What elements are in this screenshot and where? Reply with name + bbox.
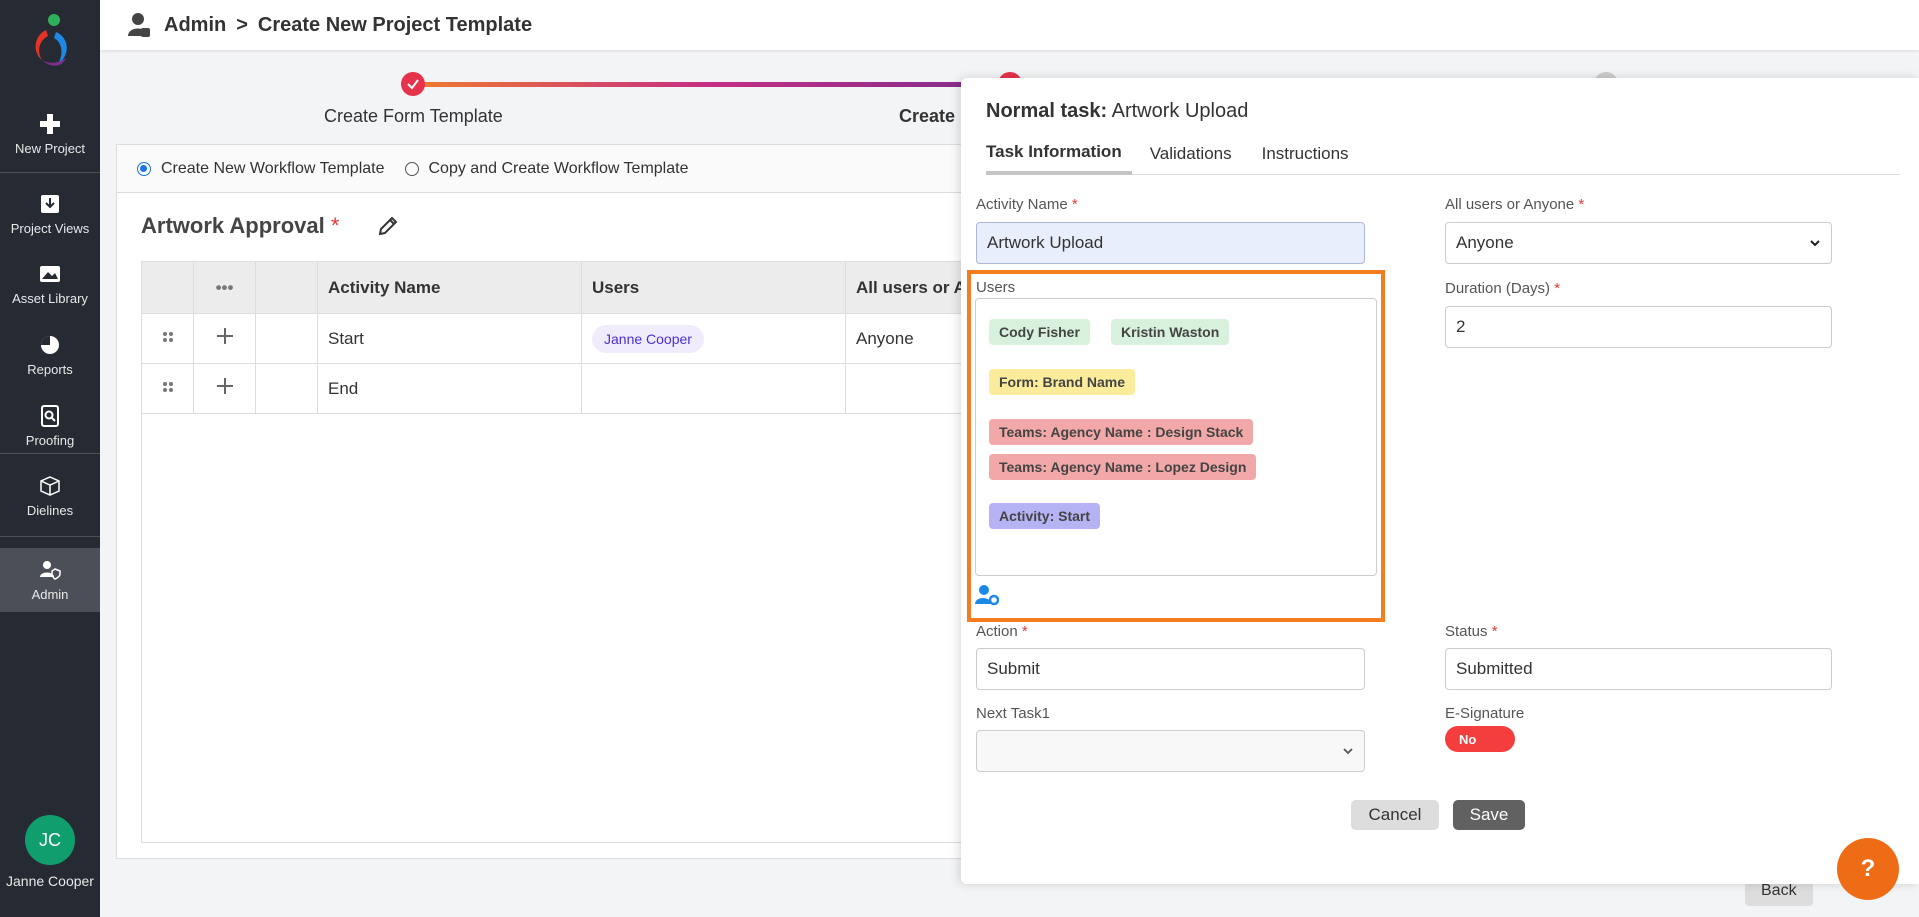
radio-label: Copy and Create Workflow Template <box>428 159 689 177</box>
sidebar-item-label: Dielines <box>26 502 74 518</box>
breadcrumb-separator: > <box>236 13 248 36</box>
cancel-button[interactable]: Cancel <box>1351 800 1439 830</box>
next-task-select[interactable] <box>976 730 1365 772</box>
users-field[interactable]: Cody Fisher Kristin Waston Form: Brand N… <box>975 298 1377 576</box>
action-label: Action * <box>976 623 1028 640</box>
required-mark: * <box>330 213 340 238</box>
workflow-title-text: Artwork Approval <box>141 213 325 238</box>
sidebar-item-reports[interactable]: Reports <box>0 321 100 389</box>
sidebar-item-asset-library[interactable]: Asset Library <box>0 250 100 318</box>
radio-unselected-icon <box>404 161 419 176</box>
duration-label: Duration (Days) * <box>1445 280 1561 297</box>
panel-title: Normal task: Artwork Upload <box>986 100 1248 123</box>
user-settings-icon[interactable] <box>975 584 999 606</box>
table-cell-activity[interactable]: Start <box>317 313 582 364</box>
column-header-blank <box>255 261 318 314</box>
esignature-toggle[interactable]: No <box>1445 726 1515 752</box>
column-header-drag <box>141 261 194 314</box>
sidebar-item-label: Asset Library <box>12 290 88 306</box>
sidebar-item-new-project[interactable]: New Project <box>0 100 100 168</box>
user-shield-icon <box>40 560 61 580</box>
radio-label: Create New Workflow Template <box>161 159 385 177</box>
sidebar-item-label: Reports <box>27 361 73 377</box>
status-input[interactable]: Submitted <box>1445 648 1832 690</box>
form-tag[interactable]: Form: Brand Name <box>989 369 1136 395</box>
esignature-label: E-Signature <box>1445 705 1525 722</box>
panel-title-type: Normal task <box>986 100 1101 122</box>
save-button[interactable]: Save <box>1453 800 1525 830</box>
panel-title-sep: : <box>1100 100 1108 122</box>
task-panel: Normal task: Artwork Upload Task Informa… <box>961 78 1919 884</box>
table-cell-activity[interactable]: End <box>317 363 582 414</box>
workflow-title: Artwork Approval * <box>141 213 339 239</box>
sidebar-item-label: Proofing <box>25 432 75 448</box>
sidebar-item-label: Admin <box>31 586 69 602</box>
step-complete-icon <box>401 72 425 96</box>
chevron-down-icon <box>1343 748 1353 755</box>
sidebar-item-label: Project Views <box>10 220 90 236</box>
sidebar-item-admin[interactable]: Admin <box>0 548 100 612</box>
tab-validations[interactable]: Validations <box>1138 133 1244 175</box>
help-button[interactable]: ? <box>1837 838 1899 900</box>
step-label-create: Create <box>899 106 956 126</box>
activity-name-input[interactable]: Artwork Upload <box>976 222 1365 264</box>
tab-instructions[interactable]: Instructions <box>1250 133 1361 175</box>
box-icon <box>40 475 60 496</box>
sidebar-item-project-views[interactable]: Project Views <box>0 180 100 248</box>
team-tag[interactable]: Teams: Agency Name : Design Stack <box>989 419 1254 445</box>
tab-task-information[interactable]: Task Information <box>986 133 1132 175</box>
header: Admin > Create New Project Template <box>100 0 1919 50</box>
users-label: Users <box>976 279 1016 296</box>
sidebar-item-proofing[interactable]: Proofing <box>0 392 100 460</box>
column-header-menu[interactable]: ••• <box>193 261 256 314</box>
inbox-download-icon <box>41 194 59 213</box>
table-cell <box>255 363 318 414</box>
table-cell <box>255 313 318 364</box>
all-users-label: All users or Anyone * <box>1445 196 1585 213</box>
image-icon <box>40 265 60 282</box>
radio-selected-icon <box>137 161 151 176</box>
sidebar-item-label: New Project <box>14 140 86 156</box>
table-cell-users <box>581 363 846 414</box>
next-task-label: Next Task1 <box>976 705 1050 722</box>
sidebar-item-dielines[interactable]: Dielines <box>0 462 100 530</box>
sidebar: New Project Project Views Asset Library … <box>0 0 100 917</box>
column-header-users: Users <box>581 261 846 314</box>
radio-create-new[interactable]: Create New Workflow Template <box>137 160 385 178</box>
panel-tabs: Task Information Validations Instruction… <box>986 133 1900 175</box>
table-cell-users: Janne Cooper <box>581 313 846 364</box>
chevron-down-icon <box>1810 240 1820 247</box>
activity-tag[interactable]: Activity: Start <box>989 503 1101 529</box>
all-users-select[interactable]: Anyone <box>1445 222 1832 264</box>
plus-icon <box>40 113 60 134</box>
document-search-icon <box>41 404 59 427</box>
stepper-progress-line <box>412 82 1012 87</box>
user-name: Janne Cooper <box>6 873 94 889</box>
column-header-activity: Activity Name <box>317 261 582 314</box>
avatar[interactable]: JC <box>25 815 75 865</box>
duration-input[interactable]: 2 <box>1445 306 1832 348</box>
pie-chart-icon <box>41 335 59 354</box>
page-title: Create New Project Template <box>257 13 533 36</box>
action-input[interactable]: Submit <box>976 648 1365 690</box>
breadcrumb-admin[interactable]: Admin <box>164 14 226 37</box>
activity-name-label: Activity Name * <box>976 196 1078 213</box>
panel-title-name: Artwork Upload <box>1111 100 1249 122</box>
team-tag[interactable]: Teams: Agency Name : Lopez Design <box>989 454 1257 480</box>
step-label-form-template: Create Form Template <box>324 106 503 126</box>
user-tag[interactable]: Kristin Waston <box>1111 319 1230 345</box>
add-row-icon[interactable] <box>193 313 256 364</box>
radio-copy-create[interactable]: Copy and Create Workflow Template <box>404 159 689 178</box>
add-row-icon[interactable] <box>193 363 256 414</box>
status-label: Status * <box>1445 623 1498 640</box>
admin-user-icon <box>128 13 150 37</box>
pencil-icon[interactable] <box>377 215 399 237</box>
drag-handle-icon[interactable] <box>141 363 194 414</box>
user-tag[interactable]: Cody Fisher <box>989 319 1090 345</box>
drag-handle-icon[interactable] <box>141 313 194 364</box>
user-chip: Janne Cooper <box>592 324 704 353</box>
app-logo[interactable] <box>26 12 74 72</box>
